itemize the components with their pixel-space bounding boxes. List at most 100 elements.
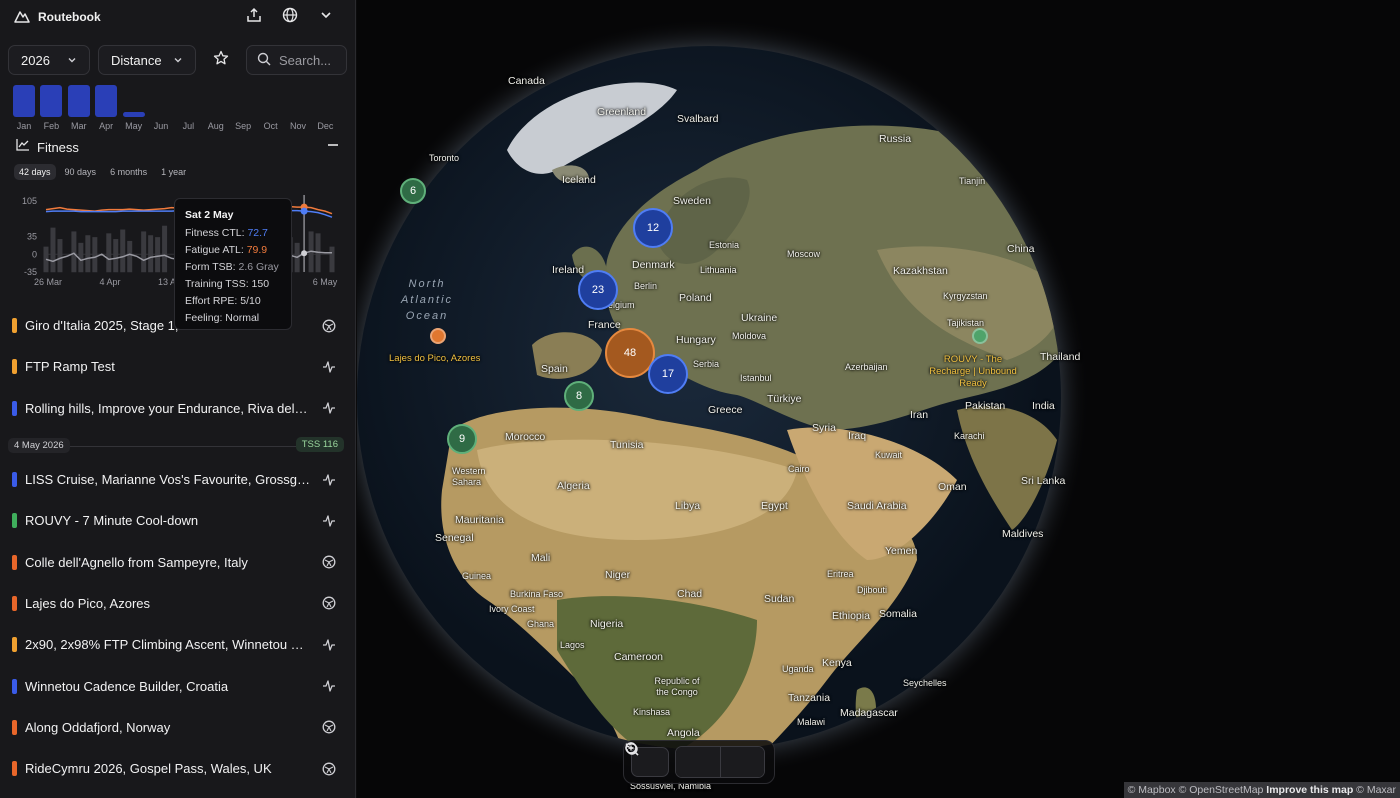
place-label: Cairo <box>788 464 810 474</box>
range-tab[interactable]: 6 months <box>105 164 152 180</box>
activity-cluster-marker[interactable]: 6 <box>400 178 426 204</box>
y-tick-label: 35 <box>27 232 37 242</box>
activity-cluster-marker[interactable]: 8 <box>564 381 594 411</box>
place-label: Kinshasa <box>633 707 671 717</box>
zoom-in-button[interactable] <box>625 742 764 777</box>
place-label: Sri Lanka <box>1021 475 1066 487</box>
activity-icon <box>322 638 336 652</box>
activity-cluster-marker[interactable]: 9 <box>447 424 477 454</box>
attribution-maxar[interactable]: © Maxar <box>1356 784 1396 796</box>
place-label: Thailand <box>1040 351 1081 363</box>
tooltip-tsb-value: 2.6 Gray <box>238 261 279 273</box>
month-bar-feb[interactable] <box>40 85 63 117</box>
poi-rouvy-label[interactable]: ROUVY - The Recharge | Unbound Ready <box>923 354 1023 390</box>
route-point-marker[interactable] <box>430 328 446 344</box>
place-label: Eritrea <box>827 569 854 579</box>
activity-item[interactable]: Along Oddafjord, Norway <box>0 707 355 748</box>
activity-cluster-marker[interactable]: 12 <box>633 208 673 248</box>
activity-color-stripe <box>12 472 17 487</box>
route-point-marker[interactable] <box>972 328 988 344</box>
month-bar-jan[interactable] <box>13 85 35 117</box>
collapse-fitness-button[interactable] <box>327 138 339 156</box>
place-label: Mauritania <box>455 514 505 526</box>
place-label: Morocco <box>505 431 546 443</box>
place-label: Toronto <box>429 153 460 163</box>
chevron-down-icon <box>173 53 183 68</box>
load-bar <box>106 233 112 273</box>
map-attribution: © Mapbox © OpenStreetMap Improve this ma… <box>1123 782 1400 798</box>
improve-map-link[interactable]: Improve this map <box>1266 784 1353 796</box>
activity-item[interactable]: Lajes do Pico, Azores <box>0 583 355 624</box>
attribution-osm[interactable]: © OpenStreetMap <box>1179 784 1264 796</box>
poi-lajes-label[interactable]: Lajes do Pico, Azores <box>389 353 480 364</box>
activity-cluster-marker[interactable]: 23 <box>578 270 618 310</box>
zoom-out-button[interactable] <box>625 742 720 777</box>
place-label: Iceland <box>562 174 596 186</box>
globe-button[interactable] <box>275 2 305 32</box>
activity-color-stripe <box>12 513 17 529</box>
activity-item[interactable]: Winnetou Cadence Builder, Croatia <box>0 666 355 707</box>
tooltip-atl-label: Fatigue ATL: <box>185 244 244 256</box>
menu-dropdown-button[interactable] <box>311 2 341 32</box>
month-bar-mar[interactable] <box>67 85 90 117</box>
activity-color-stripe <box>12 554 17 570</box>
tooltip-tss-row: Training TSS: 150 <box>185 276 281 293</box>
place-label: Burkina Faso <box>510 589 564 599</box>
load-bar <box>92 237 98 273</box>
search-icon <box>257 52 271 69</box>
tooltip-ctl-value: 72.7 <box>247 227 268 239</box>
place-label: Greece <box>708 404 743 416</box>
activity-item[interactable]: 2x90, 2x98% FTP Climbing Ascent, Winneto… <box>0 624 355 665</box>
tooltip-feeling-row: Feeling: Normal <box>185 310 281 327</box>
load-bar <box>155 237 161 273</box>
month-label: Jul <box>182 121 195 131</box>
route-icon <box>322 762 336 776</box>
place-label: Tianjin <box>959 176 986 186</box>
marker-dot-ctl <box>300 207 308 215</box>
attribution-mapbox[interactable]: © Mapbox <box>1128 784 1176 796</box>
load-bar <box>162 225 168 273</box>
metric-select[interactable]: Distance <box>98 45 196 75</box>
upload-button[interactable] <box>239 2 269 32</box>
app-root: Routebook 2026 Distance Search... Jan Fe… <box>0 0 1400 798</box>
brand[interactable]: Routebook <box>14 9 101 26</box>
activity-item[interactable]: RideCymru 2026, Gospel Pass, Wales, UK <box>0 748 355 789</box>
month-label: Jan <box>16 121 32 131</box>
activity-item[interactable]: FTP Ramp Test <box>0 346 355 387</box>
activity-item[interactable]: Colle dell'Agnello from Sampeyre, Italy <box>0 542 355 583</box>
activity-color-stripe <box>12 359 17 375</box>
place-label: Moscow <box>787 249 821 259</box>
x-tick-label: 6 May <box>313 277 338 287</box>
route-icon <box>322 319 336 333</box>
place-label: Iran <box>910 409 929 421</box>
place-label: Denmark <box>632 259 675 271</box>
activity-item[interactable]: ROUVY - 7 Minute Cool-down <box>0 500 355 541</box>
year-select[interactable]: 2026 <box>8 45 90 75</box>
activity-item[interactable]: LISS Cruise, Marianne Vos's Favourite, G… <box>0 459 355 500</box>
top-bar: Routebook <box>0 0 355 34</box>
place-label: Spain <box>541 363 568 375</box>
routebook-logo-icon <box>14 9 30 26</box>
activity-color-stripe <box>12 761 17 777</box>
activity-color-stripe <box>12 678 17 694</box>
place-label: Mali <box>531 552 551 564</box>
range-tab[interactable]: 1 year <box>156 164 191 180</box>
activity-cluster-marker[interactable]: 17 <box>648 354 688 394</box>
tooltip-atl-value: 79.9 <box>246 244 268 256</box>
ocean-label: North Atlantic Ocean <box>400 278 454 322</box>
range-tab[interactable]: 90 days <box>60 164 102 180</box>
month-bar-may[interactable] <box>122 112 145 117</box>
place-label: Greenland <box>597 106 647 118</box>
range-tab[interactable]: 42 days <box>14 164 56 180</box>
place-label: Iraq <box>848 430 867 442</box>
search-input[interactable]: Search... <box>246 45 347 75</box>
activity-name: LISS Cruise, Marianne Vos's Favourite, G… <box>25 472 310 487</box>
y-tick-label: 0 <box>32 249 37 259</box>
globe-map[interactable]: Canada Greenland Svalbard Russia Toronto Icel… <box>357 0 1400 798</box>
month-bar-apr[interactable] <box>95 85 118 117</box>
favorites-button[interactable] <box>204 45 238 75</box>
fitness-tooltip: Sat 2 May Fitness CTL: 72.7 Fatigue ATL:… <box>174 198 292 330</box>
place-label: Tajikistan <box>947 318 985 328</box>
activity-item[interactable]: Rolling hills, Improve your Endurance, R… <box>0 388 355 429</box>
place-label: Guinea <box>462 571 492 581</box>
